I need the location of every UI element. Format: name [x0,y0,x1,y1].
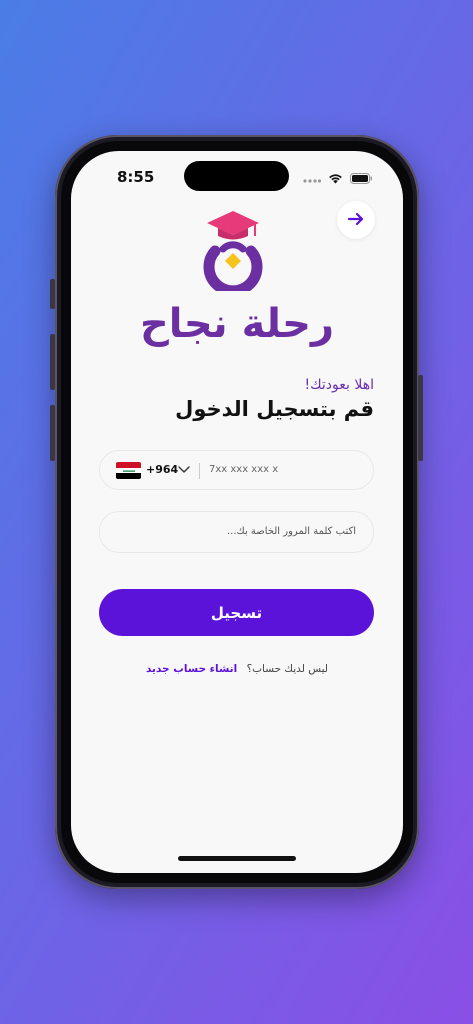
status-time: 8:55 [117,168,155,186]
country-dial-code[interactable]: +964 [146,463,178,476]
password-field[interactable]: اكتب كلمة المرور الخاصة بك... [99,511,374,553]
side-button-action [50,279,55,309]
battery-icon [350,169,373,188]
page-title: قم بتسجيل الدخول [175,397,374,421]
phone-input-placeholder[interactable]: 7xx xxx xxx x [209,464,278,475]
home-indicator[interactable] [178,856,296,861]
signup-row: ليس لديك حساب؟ انشاء حساب جديد [71,663,403,675]
create-account-link[interactable]: انشاء حساب جديد [146,663,237,675]
signal-dots-icon [303,169,322,188]
arrow-right-icon [347,211,365,230]
side-button-volume-up [50,334,55,390]
side-button-volume-down [50,405,55,461]
app-logo-text: رحلة نجاح [139,301,335,347]
iraq-flag-icon[interactable] [116,462,141,479]
app-screen: 8:55 رحلة نجاح اهلا بعودتك! قم بتسجيل ال… [71,151,403,873]
welcome-text: اهلا بعودتك! [304,377,374,393]
password-input-placeholder[interactable]: اكتب كلمة المرور الخاصة بك... [227,526,356,537]
signup-question: ليس لديك حساب؟ [246,663,328,675]
login-button[interactable]: تسجيل [99,589,374,636]
chevron-down-icon[interactable] [177,461,191,480]
status-icons [303,169,373,188]
graduation-cap-ring-icon [201,209,265,297]
back-button[interactable] [337,201,375,239]
phone-number-field[interactable]: +964 7xx xxx xxx x [99,450,374,490]
side-button-power [418,375,423,461]
wifi-icon [328,169,343,188]
field-divider [199,463,200,479]
dynamic-island [184,161,289,191]
